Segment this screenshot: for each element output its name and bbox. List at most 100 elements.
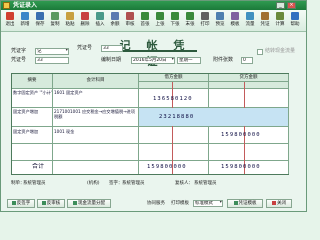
print-template-select[interactable]: 标准模式 (193, 200, 223, 207)
close-button[interactable]: 关闭 (266, 199, 292, 208)
toolbar-button-label: 复制 (50, 22, 60, 27)
row-account[interactable]: 2171001001 应交税金→应交增值税→进项税额 (54, 109, 138, 121)
toolbar-button-delete[interactable]: 删除 (78, 11, 92, 31)
voucher-no-field[interactable]: 33 (101, 45, 123, 52)
row-account[interactable]: 1001 现金 (54, 129, 138, 134)
toolbar-button-audit[interactable]: 审核 (123, 11, 137, 31)
voucher-template-button[interactable]: 凭证模板 (227, 199, 263, 208)
minimize-button[interactable]: _ (276, 2, 285, 9)
voucher-entry-window: 凭证录入 _ × 退出 新增 保存 复制 粘贴 删除 插入 余额 审核 首张 上张 下张 末张 打印 预览模… (0, 0, 307, 212)
window-title: 凭证录入 (13, 2, 38, 9)
row-credit[interactable]: 159800000 (221, 132, 261, 138)
voucher-icon (261, 12, 269, 20)
approve-value: 系统管理员 (122, 181, 145, 186)
toolbar-button-print[interactable]: 打印 (198, 11, 212, 31)
toolbar-button-label: 打印 (200, 22, 210, 27)
col-credit-header: 贷方金额 (239, 75, 258, 80)
toolbar-button-copy[interactable]: 复制 (48, 11, 62, 31)
toolbar-button-label: 预览 (215, 22, 225, 27)
unsign-button[interactable]: 反签字 (7, 199, 35, 208)
exit-icon (6, 12, 14, 20)
collab-service-label[interactable]: 协同服务 (147, 201, 165, 207)
copy-icon (51, 12, 59, 20)
insert-icon (96, 12, 104, 20)
template-icon (231, 12, 239, 20)
toolbar-button-first[interactable]: 首张 (138, 11, 152, 31)
row-summary[interactable]: 固定资产增加 (13, 129, 52, 134)
voucher-no-field-2[interactable]: 33 (35, 57, 69, 64)
toolbar-button-label: 凭证 (260, 22, 270, 27)
toolbar-button-save[interactable]: 保存 (33, 11, 47, 31)
date-field[interactable]: 2016年5月20日 (131, 57, 175, 64)
unsign-icon (11, 200, 16, 205)
row-debit[interactable]: 23218880 (159, 114, 194, 120)
grid-vline (288, 74, 289, 174)
help-icon (291, 12, 299, 20)
toolbar-button-prev[interactable]: 上张 (153, 11, 167, 31)
grid-hline (12, 143, 288, 144)
col-debit-header: 借方金额 (164, 75, 183, 80)
close-label: 关闭 (277, 201, 286, 206)
toolbar-button-exit[interactable]: 退出 (3, 11, 17, 31)
maker-value: 系统管理员 (23, 181, 46, 186)
toolbar-button-label: 下张 (170, 22, 180, 27)
toolbar-button-label: 退出 (5, 22, 15, 27)
attachment-label: 附件张数 (213, 57, 234, 63)
toolbar: 退出 新增 保存 复制 粘贴 删除 插入 余额 审核 首张 上张 下张 末张 打印 预览 模板 流量 凭证 计算 帮助 (1, 10, 306, 32)
toolbar-button-help[interactable]: 帮助 (288, 11, 302, 31)
toolbar-button-paste[interactable]: 粘贴 (63, 11, 77, 31)
toolbar-button-template[interactable]: 模板 (228, 11, 242, 31)
voucher-word-select[interactable]: 记 (35, 48, 69, 55)
unaudit-label: 反审核 (46, 201, 61, 206)
cash-flow-checkbox[interactable] (257, 49, 263, 55)
toolbar-button-label: 审核 (125, 22, 135, 27)
toolbar-button-label: 计算 (275, 22, 285, 27)
row-debit[interactable]: 136580120 (153, 96, 193, 102)
toolbar-button-label: 保存 (35, 22, 45, 27)
toolbar-button-new[interactable]: 新增 (18, 11, 32, 31)
grid-hline (12, 126, 288, 127)
grid-hline (139, 81, 208, 82)
toolbar-button-label: 余额 (110, 22, 120, 27)
grid-hline (12, 160, 288, 161)
cash-flow-label: 结转现金流量 (265, 48, 296, 54)
toolbar-button-voucher[interactable]: 凭证 (258, 11, 272, 31)
toolbar-button-preview[interactable]: 预览 (213, 11, 227, 31)
weekday-field: 星期一 (177, 57, 201, 64)
first-icon (141, 12, 149, 20)
title-bar: 凭证录入 _ × (1, 1, 306, 10)
toolbar-button-last[interactable]: 末张 (183, 11, 197, 31)
toolbar-button-balance[interactable]: 余额 (108, 11, 122, 31)
last-icon (186, 12, 194, 20)
toolbar-button-label: 上张 (155, 22, 165, 27)
cash-flow-icon (73, 200, 77, 205)
grid-hline (12, 88, 288, 89)
cash-flow-allocate-button[interactable]: 现金流量分配 (67, 199, 111, 208)
balance-icon (111, 12, 119, 20)
attachment-field[interactable]: 0 (241, 57, 253, 64)
row-summary[interactable]: 固定资产增加 (13, 109, 52, 114)
date-label: 编制日期 (101, 57, 122, 63)
approve-label: 签字： (109, 181, 123, 186)
delete-icon (81, 12, 89, 20)
unsign-label: 反签字 (16, 201, 31, 206)
toolbar-button-calc[interactable]: 计算 (273, 11, 287, 31)
toolbar-button-insert[interactable]: 插入 (93, 11, 107, 31)
close-window-button[interactable]: × (287, 2, 296, 9)
print-template-label: 打印模板 (171, 201, 189, 206)
new-icon (21, 12, 29, 20)
voucher-no-label: 凭证号 (77, 45, 93, 51)
row-summary[interactable]: 数字固定资产 '"小计"1 (13, 90, 52, 95)
org-label: (机构) (87, 181, 100, 186)
toolbar-button-next[interactable]: 下张 (168, 11, 182, 31)
grid-vline (52, 74, 53, 174)
cash-flow-label: 现金流量分配 (78, 201, 105, 206)
unaudit-button[interactable]: 反审核 (37, 199, 65, 208)
digit-separator (172, 81, 173, 174)
flow-icon (246, 12, 254, 20)
toolbar-button-flow[interactable]: 流量 (243, 11, 257, 31)
preview-icon (216, 12, 224, 20)
total-credit: 159800000 (221, 164, 261, 170)
row-account[interactable]: 1601 固定资产 (54, 90, 138, 95)
post-value: 系统管理员 (194, 181, 217, 186)
